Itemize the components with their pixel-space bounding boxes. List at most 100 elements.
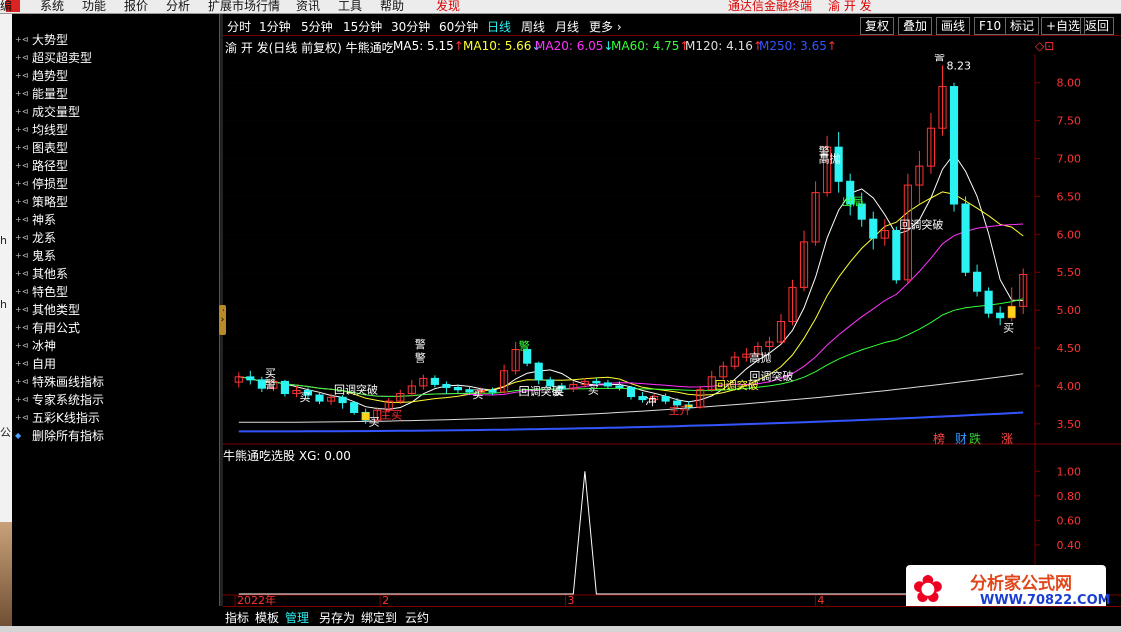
period-tab[interactable]: 周线 — [521, 18, 545, 35]
period-tab[interactable]: 5分钟 — [301, 18, 333, 35]
indicator-item[interactable]: +⊲ 路径型 — [12, 157, 218, 174]
flower-logo-icon: ✿ — [912, 567, 944, 611]
indicator-item[interactable]: +⊲ 龙系 — [12, 229, 218, 246]
price-tick-label: 5.00 — [1057, 304, 1082, 317]
tag-finance[interactable]: 财 — [954, 430, 968, 447]
tag-drop[interactable]: 跌 — [968, 430, 982, 447]
candle-body — [996, 312, 1005, 319]
indicator-item[interactable]: +⊲ 特色型 — [12, 283, 218, 300]
bottom-tabs: 指标 模板 管理 另存为 绑定到 云约 — [223, 606, 1121, 626]
tab-save-as[interactable]: 另存为 — [319, 609, 355, 626]
chart-corner-icons[interactable]: ◇⊡ — [1035, 39, 1054, 53]
candle-body — [246, 376, 255, 381]
tab-manage[interactable]: 管理 — [285, 609, 309, 626]
menu-tools[interactable]: 工具 — [338, 0, 362, 13]
tab-cloud[interactable]: 云约 — [405, 609, 429, 626]
indicator-item[interactable]: +⊲ 成交量型 — [12, 103, 218, 120]
signal-label: 买 — [369, 415, 380, 428]
price-tick-label: 6.50 — [1057, 190, 1082, 203]
menu-bar: 编 系统 功能 报价 分析 扩展市场行情 资讯 工具 帮助 发现 通达信金融终端… — [0, 0, 1121, 14]
indicator-node-icon: +⊲ — [15, 161, 29, 170]
menu-find[interactable]: 发现 — [436, 0, 460, 13]
tag-rank[interactable]: 榜 — [932, 430, 946, 447]
candle-body — [603, 382, 613, 387]
period-tab[interactable]: 分时 — [227, 18, 251, 35]
watermark-title: 分析家公式网 — [970, 574, 1072, 594]
period-tab[interactable]: 1分钟 — [259, 18, 291, 35]
menu-news[interactable]: 资讯 — [296, 0, 320, 13]
date-tick-label: 4 — [817, 594, 824, 606]
menu-help[interactable]: 帮助 — [380, 0, 404, 13]
mark-button[interactable]: 标记 — [1005, 17, 1040, 35]
period-tab[interactable]: 30分钟 — [391, 18, 430, 35]
indicator-item[interactable]: +⊲ 能量型 — [12, 85, 218, 102]
indicator-item[interactable]: +⊲ 有用公式 — [12, 319, 218, 336]
overlay-button[interactable]: 叠加 — [898, 17, 933, 35]
indicator-item[interactable]: +⊲ 其他类型 — [12, 301, 218, 318]
indicator-item[interactable]: +⊲ 自用 — [12, 355, 218, 372]
indicator-item[interactable]: +⊲ 鬼系 — [12, 247, 218, 264]
indicator-item[interactable]: +⊲ 特殊画线指标 — [12, 373, 218, 390]
back-button[interactable]: 返回 — [1080, 17, 1115, 35]
indicator-node-icon: +⊲ — [15, 233, 29, 242]
indicator-item[interactable]: +⊲ 均线型 — [12, 121, 218, 138]
menu-extended-market[interactable]: 扩展市场行情 — [208, 0, 280, 13]
indicator-panel: +⊲ 大势型 +⊲ 超买超卖型 +⊲ 趋势型 +⊲ 能量型 +⊲ 成交量型 +⊲ 均线型 +… — [12, 14, 220, 606]
tag-rise[interactable]: 涨 — [1000, 430, 1014, 447]
signal-label: 警 — [415, 351, 426, 365]
indicator-item[interactable]: +⊲ 冰神 — [12, 337, 218, 354]
indicator-node-icon: +⊲ — [15, 89, 29, 98]
candle-body — [961, 203, 970, 273]
indicator-item[interactable]: +⊲ 策略型 — [12, 193, 218, 210]
background-photo — [0, 522, 12, 632]
indicator-item[interactable]: +⊲ 超买超卖型 — [12, 49, 218, 66]
period-tab[interactable]: 15分钟 — [343, 18, 382, 35]
date-tick-label: 2 — [382, 594, 389, 606]
candle-body — [315, 394, 324, 402]
candle-body — [892, 230, 901, 281]
signal-bar — [1008, 306, 1016, 318]
indicator-item[interactable]: +⊲ 停损型 — [12, 175, 218, 192]
candle-body — [350, 402, 359, 413]
peak-price-label: 8.23 — [946, 59, 971, 72]
menu-quote[interactable]: 报价 — [124, 0, 148, 13]
period-tab[interactable]: 60分钟 — [439, 18, 478, 35]
indicator-node-icon: +⊲ — [15, 35, 29, 44]
tab-template[interactable]: 模板 — [255, 609, 279, 626]
draw-button[interactable]: 画线 — [936, 17, 971, 35]
tab-bind-to[interactable]: 绑定到 — [361, 609, 397, 626]
signal-label: 警 — [934, 54, 945, 63]
xg-tick-label: 0.60 — [1057, 514, 1082, 527]
signal-label: 买 — [472, 388, 483, 401]
indicator-item[interactable]: +⊲ 五彩K线指示 — [12, 409, 218, 426]
more-periods-button[interactable]: 更多 › — [589, 18, 622, 35]
signal-label: 买 — [299, 391, 310, 404]
f10-button[interactable]: F10 — [974, 17, 1007, 35]
indicator-item-delete-all[interactable]: ◆ 删除所有指标 — [12, 427, 218, 444]
add-watchlist-button[interactable]: +自选 — [1041, 17, 1086, 35]
period-tab-active[interactable]: 日线 — [487, 18, 511, 35]
price-tick-label: 6.00 — [1057, 228, 1082, 241]
indicator-item[interactable]: +⊲ 其他系 — [12, 265, 218, 282]
indicator-item[interactable]: +⊲ 图表型 — [12, 139, 218, 156]
adjust-button[interactable]: 复权 — [860, 17, 895, 35]
indicator-node-icon: +⊲ — [15, 251, 29, 260]
indicator-node-icon: +⊲ — [15, 305, 29, 314]
indicator-item[interactable]: +⊲ 大势型 — [12, 31, 218, 48]
kline-chart[interactable]: 8.00 7.50 7.00 6.50 6.00 5.50 5.00 4.50 4.00 3.50… — [223, 54, 1121, 606]
ma10-value: MA10: 5.66↓ — [463, 39, 542, 53]
indicator-node-icon: +⊲ — [15, 323, 29, 332]
menu-function[interactable]: 功能 — [82, 0, 106, 13]
signal-label: 高抛 — [749, 351, 771, 365]
indicator-node-icon: +⊲ — [15, 71, 29, 80]
indicator-item[interactable]: +⊲ 趋势型 — [12, 67, 218, 84]
menu-analysis[interactable]: 分析 — [166, 0, 190, 13]
signal-label: 主升 — [669, 404, 691, 417]
indicator-item[interactable]: +⊲ 神系 — [12, 211, 218, 228]
indicator-item[interactable]: +⊲ 专家系统指示 — [12, 391, 218, 408]
tab-indicator[interactable]: 指标 — [225, 609, 249, 626]
window-bottom-border — [0, 626, 1121, 632]
menu-system[interactable]: 系统 — [40, 0, 64, 13]
period-tab[interactable]: 月线 — [555, 18, 579, 35]
candle-body — [430, 377, 439, 385]
